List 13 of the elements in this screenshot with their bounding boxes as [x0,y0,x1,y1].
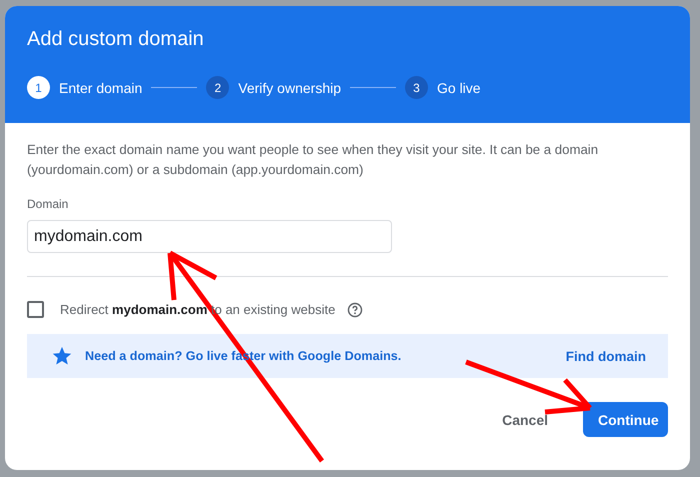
domain-input-field[interactable]: mydomain.com [27,220,392,253]
continue-button[interactable]: Continue [583,402,668,437]
find-domain-link[interactable]: Find domain [566,348,646,364]
dialog-title: Add custom domain [27,28,205,51]
checkbox[interactable] [27,301,44,318]
help-icon[interactable] [347,302,364,318]
field-label: Domain [27,197,70,211]
cancel-button[interactable]: Cancel [487,402,563,437]
step[interactable]: 1 Enter domain [27,76,142,99]
step[interactable]: 2 Verify ownership [206,76,341,99]
step[interactable]: 3 Go live [405,76,481,99]
star-icon [51,345,73,367]
description: Enter the exact domain name you want people to see when they visit your site. It can be a domain (yourdomain.com) or a subdomain (app.yourdomain.com) [27,141,600,179]
